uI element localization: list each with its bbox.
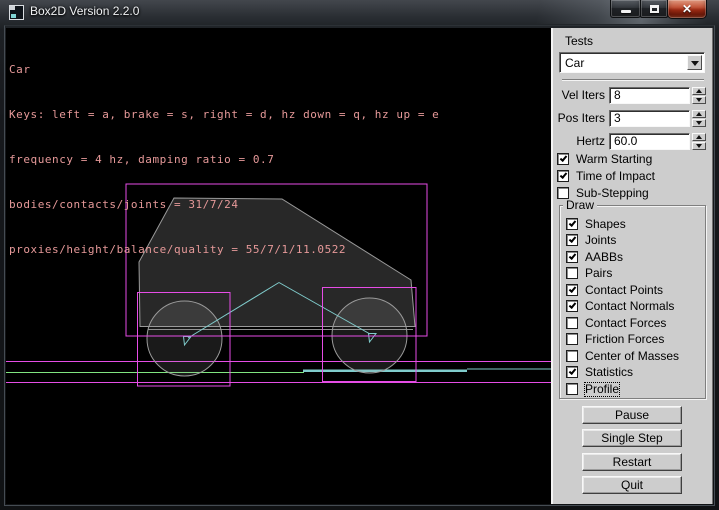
checkbox-label[interactable]: Time of Impact — [576, 170, 655, 183]
side-panel: Tests Car Vel Iters 8 Pos Iters 3 Hertz … — [551, 28, 713, 504]
checkbox-label[interactable]: Contact Forces — [585, 317, 666, 330]
vel-iters-stepper — [692, 87, 706, 104]
pos-iters-stepper — [692, 110, 706, 127]
quit-button[interactable]: Quit — [582, 476, 682, 494]
window-title: Box2D Version 2.2.0 — [30, 0, 139, 22]
app-window: Box2D Version 2.2.0 ✕ — [0, 0, 719, 510]
caption-buttons: ✕ — [611, 0, 707, 19]
check-icon — [569, 219, 577, 227]
panel-separator — [562, 79, 704, 81]
maximize-icon — [650, 5, 659, 13]
check-icon — [560, 171, 568, 179]
checkbox[interactable] — [566, 350, 578, 362]
hertz-stepper — [692, 133, 706, 150]
arrow-down-icon — [696, 121, 702, 125]
spin-down-button[interactable] — [692, 142, 706, 150]
arrow-up-icon — [696, 135, 702, 139]
spin-up-button[interactable] — [692, 133, 706, 141]
checkbox[interactable] — [566, 317, 578, 329]
checkbox[interactable] — [557, 170, 569, 182]
tests-label: Tests — [565, 34, 593, 48]
checkbox[interactable] — [566, 234, 578, 246]
check-icon — [560, 154, 568, 162]
vel-iters-input[interactable]: 8 — [609, 87, 690, 104]
pause-button[interactable]: Pause — [582, 406, 682, 424]
checkbox-label[interactable]: Pairs — [585, 267, 612, 280]
check-icon — [569, 367, 577, 375]
hertz-input[interactable]: 60.0 — [609, 133, 690, 150]
checkbox-label[interactable]: Friction Forces — [585, 333, 664, 346]
checkbox[interactable] — [566, 383, 578, 395]
spin-up-button[interactable] — [692, 110, 706, 118]
spinner-row-hertz: Hertz 60.0 — [553, 133, 715, 150]
spinner-row-pos-iters: Pos Iters 3 — [553, 110, 715, 127]
spin-up-button[interactable] — [692, 87, 706, 95]
spinner-label: Pos Iters — [553, 110, 605, 127]
car-wheel-left — [147, 301, 222, 376]
chevron-down-icon — [691, 61, 699, 66]
checkbox-label[interactable]: Contact Normals — [585, 300, 674, 313]
checkbox-label[interactable]: AABBs — [585, 251, 623, 264]
debug-text-line: Car — [9, 62, 439, 77]
checkbox[interactable] — [566, 300, 578, 312]
debug-text-block: Car Keys: left = a, brake = s, right = d… — [9, 32, 439, 287]
checkbox[interactable] — [566, 284, 578, 296]
close-button[interactable]: ✕ — [667, 0, 707, 19]
tests-dropdown-value: Car — [565, 55, 584, 71]
debug-text-line: proxies/height/balance/quality = 55/7/1/… — [9, 242, 439, 257]
spinner-label: Vel Iters — [553, 87, 605, 104]
single-step-button[interactable]: Single Step — [582, 429, 682, 447]
debug-text-line: frequency = 4 hz, damping ratio = 0.7 — [9, 152, 439, 167]
checkbox[interactable] — [566, 267, 578, 279]
check-icon — [569, 301, 577, 309]
spin-down-button[interactable] — [692, 96, 706, 104]
checkbox[interactable] — [566, 218, 578, 230]
checkbox-label[interactable]: Center of Masses — [585, 350, 679, 363]
check-icon — [569, 235, 577, 243]
debug-text-line: Keys: left = a, brake = s, right = d, hz… — [9, 107, 439, 122]
draw-group-title: Draw — [563, 199, 597, 212]
close-icon: ✕ — [668, 1, 706, 18]
restart-button[interactable]: Restart — [582, 453, 682, 471]
minimize-icon — [621, 10, 631, 13]
checkbox[interactable] — [557, 153, 569, 165]
checkbox-label[interactable]: Statistics — [585, 366, 633, 379]
checkbox[interactable] — [566, 333, 578, 345]
pos-iters-input[interactable]: 3 — [609, 110, 690, 127]
app-icon — [9, 5, 24, 20]
arrow-up-icon — [696, 89, 702, 93]
dropdown-arrow-button[interactable] — [687, 55, 702, 70]
checkbox-label[interactable]: Shapes — [585, 218, 626, 231]
physics-canvas[interactable]: Car Keys: left = a, brake = s, right = d… — [6, 28, 551, 504]
spinner-label: Hertz — [553, 133, 605, 150]
checkbox-label[interactable]: Contact Points — [585, 284, 663, 297]
check-icon — [569, 285, 577, 293]
tests-dropdown[interactable]: Car — [559, 52, 705, 73]
checkbox-label[interactable]: Joints — [585, 234, 616, 247]
checkbox-label[interactable]: Warm Starting — [576, 153, 652, 166]
debug-text-line: bodies/contacts/joints = 31/7/24 — [9, 197, 439, 212]
maximize-button[interactable] — [640, 0, 668, 18]
checkbox[interactable] — [566, 366, 578, 378]
spinner-row-vel-iters: Vel Iters 8 — [553, 87, 715, 104]
check-icon — [569, 252, 577, 260]
arrow-up-icon — [696, 112, 702, 116]
spin-down-button[interactable] — [692, 119, 706, 127]
checkbox[interactable] — [566, 251, 578, 263]
minimize-button[interactable] — [610, 0, 641, 18]
arrow-down-icon — [696, 144, 702, 148]
arrow-down-icon — [696, 98, 702, 102]
checkbox-label[interactable]: Profile — [585, 383, 619, 396]
